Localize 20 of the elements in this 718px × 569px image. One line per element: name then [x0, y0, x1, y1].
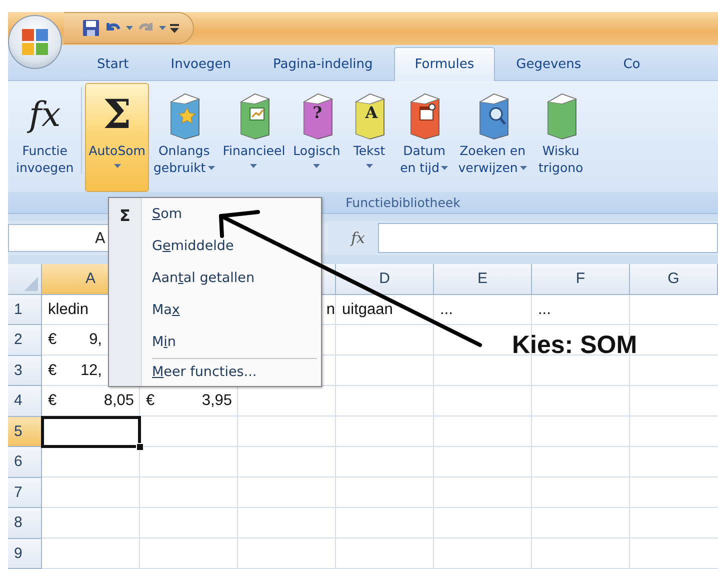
book-emblem: ?	[312, 103, 322, 122]
currency-symbol: €	[146, 392, 155, 410]
cell-text: uitgaan	[342, 300, 393, 319]
cell-text: ...	[440, 300, 453, 319]
currency-symbol: €	[48, 392, 57, 410]
group-label: Functiebibliotheek	[346, 195, 460, 210]
cell-amount: 9,	[89, 331, 102, 350]
sigma-icon: Σ	[102, 90, 132, 142]
cell-text: kledin	[48, 300, 88, 319]
cell-text: n	[326, 300, 335, 319]
cell-amount: 8,05	[104, 392, 134, 410]
function-icon: fx	[28, 90, 61, 142]
cell-amount: 3,95	[202, 392, 232, 410]
cell-text: ...	[538, 300, 551, 319]
cell-amount: 12,	[80, 362, 102, 380]
currency-symbol: €	[48, 331, 57, 350]
sigma-icon: Σ	[120, 206, 130, 226]
book-emblem: A	[365, 103, 378, 122]
annotation-text: Kies: SOM	[512, 331, 638, 360]
currency-symbol: €	[48, 362, 57, 380]
